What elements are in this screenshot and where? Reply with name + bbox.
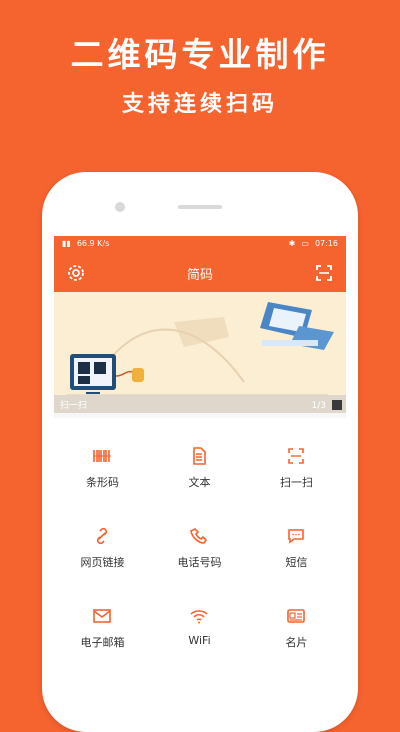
feature-label: 文本: [188, 476, 211, 489]
card-icon: [287, 609, 305, 623]
barcode-icon: [93, 450, 111, 462]
scan-icon[interactable]: [314, 263, 334, 283]
feature-card[interactable]: 名片: [248, 578, 345, 658]
app-title: 简码: [186, 268, 213, 283]
promo-headline: 二维码专业制作: [70, 35, 330, 74]
app-screen: ▮▮ 66.9 K/s ✱ ▭ 07:16 简码 扫一扫 1/3 条形码 文本 …: [54, 236, 346, 700]
bluetooth-icon: ✱: [288, 239, 296, 248]
signal-icon: ▮▮: [62, 239, 71, 248]
feature-text[interactable]: 文本: [151, 418, 248, 498]
battery-icon: ▭: [301, 239, 309, 248]
feature-label: 短信: [285, 556, 308, 569]
feature-label: 条形码: [86, 476, 119, 489]
feature-label: 电话号码: [177, 556, 222, 569]
document-icon: [193, 447, 206, 465]
feature-barcode[interactable]: 条形码: [54, 418, 151, 498]
feature-label: 名片: [285, 636, 308, 649]
feature-wifi[interactable]: WiFi: [151, 578, 248, 658]
feature-sms[interactable]: 短信: [248, 498, 345, 578]
status-time: 07:16: [314, 239, 338, 248]
status-left: ▮▮ 66.9 K/s: [62, 239, 109, 248]
feature-label: 网页链接: [80, 556, 125, 569]
banner-caption-bar: 扫一扫 1/3: [54, 395, 346, 413]
status-bar: ▮▮ 66.9 K/s ✱ ▭ 07:16: [54, 236, 346, 254]
network-speed: 66.9 K/s: [76, 239, 110, 248]
wifi-icon: [190, 610, 208, 624]
email-icon: [93, 609, 111, 623]
banner-page-indicator: 1/3: [311, 401, 326, 411]
app-bar: 简码: [54, 254, 346, 292]
feature-scan[interactable]: 扫一扫: [248, 418, 345, 498]
feature-link[interactable]: 网页链接: [54, 498, 151, 578]
qr-thumb-icon: [332, 400, 342, 410]
promo-subline: 支持连续扫码: [121, 92, 278, 117]
status-right: ✱ ▭ 07:16: [289, 239, 338, 248]
feature-grid: 条形码 文本 扫一扫 网页链接 电话号码 短信 电子邮箱 WiFi 名片: [54, 418, 346, 700]
feature-label: 扫一扫: [280, 476, 313, 489]
feature-label: 电子邮箱: [80, 636, 125, 649]
link-icon: [96, 527, 108, 545]
promo-banner[interactable]: 扫一扫 1/3: [54, 292, 346, 413]
camera-dot: [115, 202, 125, 212]
feature-email[interactable]: 电子邮箱: [54, 578, 151, 658]
banner-caption: 扫一扫: [60, 401, 88, 411]
speaker-slot: [178, 205, 222, 209]
phone-icon: [190, 528, 208, 544]
scan-frame-icon: [288, 448, 304, 464]
feature-label: WiFi: [188, 634, 211, 647]
message-icon: [288, 529, 304, 544]
feature-phone[interactable]: 电话号码: [151, 498, 248, 578]
